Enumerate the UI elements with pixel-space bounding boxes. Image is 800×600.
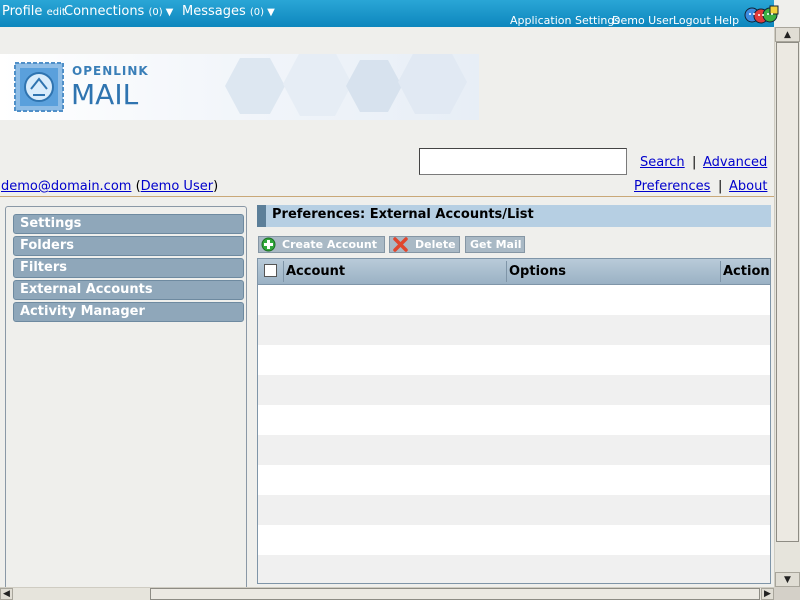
- help-link[interactable]: Help: [714, 14, 739, 27]
- select-all-checkbox[interactable]: [264, 264, 277, 277]
- user-email-link[interactable]: demo@domain.com: [1, 179, 131, 194]
- create-account-label: Create Account: [282, 238, 377, 251]
- profile-label: Profile: [2, 4, 43, 19]
- demo-user-link[interactable]: Demo User: [612, 14, 673, 27]
- column-header-options[interactable]: Options: [506, 259, 566, 284]
- sidebar-item-folders[interactable]: Folders: [13, 236, 244, 256]
- sidebar-item-settings[interactable]: Settings: [13, 214, 244, 234]
- create-account-button[interactable]: Create Account: [258, 236, 385, 253]
- title-accent: [257, 205, 266, 227]
- delete-x-icon: [393, 237, 408, 252]
- scroll-up-icon[interactable]: ▲: [775, 27, 800, 42]
- table-row: [258, 405, 770, 435]
- delete-button[interactable]: Delete: [389, 236, 460, 253]
- column-header-account[interactable]: Account: [283, 259, 345, 284]
- vertical-scrollbar[interactable]: ▲ ▼: [774, 27, 800, 587]
- table-row: [258, 375, 770, 405]
- banner: OPENLINK MAIL: [0, 54, 479, 120]
- scroll-right-icon[interactable]: ▶: [761, 588, 774, 600]
- logout-link[interactable]: Logout: [673, 14, 711, 27]
- table-row: [258, 285, 770, 315]
- search-input[interactable]: [419, 148, 627, 175]
- page-title: Preferences: External Accounts/List: [272, 207, 534, 222]
- about-link[interactable]: About: [729, 179, 767, 194]
- right-links-separator: |: [718, 179, 723, 194]
- scroll-down-icon[interactable]: ▼: [775, 572, 800, 587]
- table-row: [258, 315, 770, 345]
- messages-label: Messages: [182, 4, 246, 19]
- table-row: [258, 555, 770, 583]
- scroll-left-icon[interactable]: ◀: [0, 588, 13, 600]
- table-row: [258, 435, 770, 465]
- accounts-table: Account Options Action: [257, 258, 771, 584]
- get-mail-label: Get Mail: [470, 238, 522, 251]
- search-link[interactable]: Search: [640, 155, 685, 170]
- advanced-search-link[interactable]: Advanced: [703, 155, 767, 170]
- sidebar-item-activity-manager[interactable]: Activity Manager: [13, 302, 244, 322]
- get-mail-button[interactable]: Get Mail: [465, 236, 525, 253]
- hexagon-decoration-icon: [225, 54, 467, 116]
- user-identity: demo@domain.com (Demo User): [1, 179, 218, 194]
- profile-menu[interactable]: Profile edit: [2, 4, 66, 19]
- header-divider: [0, 196, 774, 197]
- sidebar-item-filters[interactable]: Filters: [13, 258, 244, 278]
- horizontal-scroll-thumb[interactable]: [150, 588, 760, 600]
- openlink-people-icon: [744, 5, 779, 24]
- table-row: [258, 465, 770, 495]
- table-row: [258, 495, 770, 525]
- horizontal-scrollbar[interactable]: ◀ ▶: [0, 587, 774, 600]
- plus-icon: [261, 237, 276, 252]
- profile-edit-link[interactable]: edit: [47, 7, 66, 18]
- sidebar-item-external-accounts[interactable]: External Accounts: [13, 280, 244, 300]
- connections-menu[interactable]: Connections (0) ▼: [64, 4, 173, 19]
- messages-count: (0): [249, 7, 265, 18]
- delete-label: Delete: [415, 238, 456, 251]
- banner-title-mail: MAIL: [71, 78, 139, 111]
- messages-menu[interactable]: Messages (0) ▼: [182, 4, 275, 19]
- sidebar: Settings Folders Filters External Accoun…: [5, 206, 247, 592]
- banner-title-openlink: OPENLINK: [72, 64, 149, 78]
- scrollbar-corner: [774, 587, 800, 600]
- table-header: Account Options Action: [258, 259, 770, 285]
- preferences-link[interactable]: Preferences: [634, 179, 710, 194]
- page-title-bar: Preferences: External Accounts/List: [257, 205, 771, 227]
- chevron-down-icon[interactable]: ▼: [166, 7, 174, 18]
- top-bar: Profile edit Connections (0) ▼ Messages (…: [0, 0, 779, 27]
- application-settings-link[interactable]: Application Settings: [510, 14, 620, 27]
- connections-count: (0): [148, 7, 163, 18]
- vertical-scroll-thumb[interactable]: [776, 42, 799, 542]
- table-row: [258, 345, 770, 375]
- user-name-link[interactable]: Demo User: [141, 179, 213, 194]
- connections-label: Connections: [64, 4, 145, 19]
- table-row: [258, 525, 770, 555]
- column-header-action[interactable]: Action: [720, 259, 770, 284]
- chevron-down-icon[interactable]: ▼: [267, 7, 275, 18]
- mail-stamp-icon: [14, 62, 64, 112]
- user-paren-close: ): [213, 179, 219, 194]
- search-separator: |: [692, 155, 697, 170]
